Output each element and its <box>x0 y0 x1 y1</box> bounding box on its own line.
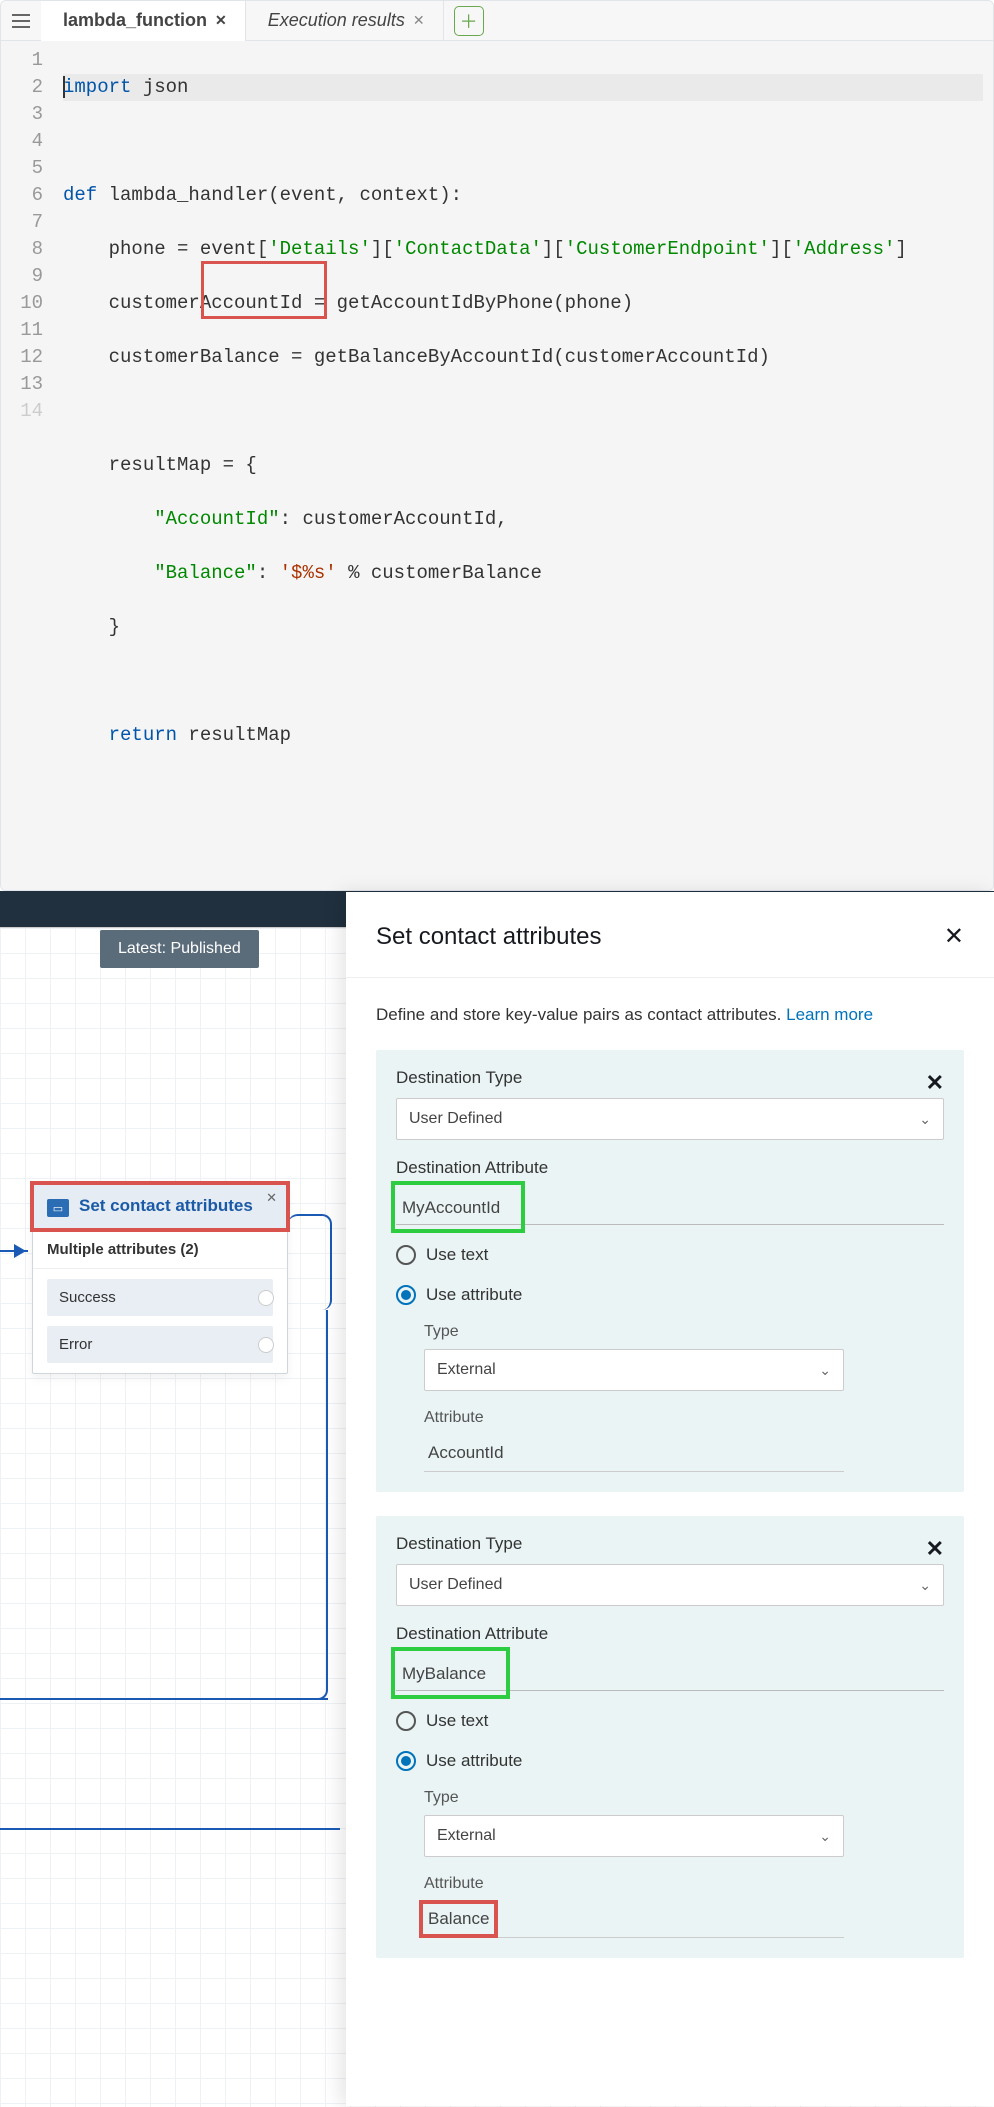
radio-icon <box>396 1711 416 1731</box>
flow-block-subtitle: Multiple attributes (2) <box>33 1229 287 1269</box>
chevron-down-icon: ⌄ <box>919 1111 931 1128</box>
add-tab-button[interactable]: ＋ <box>454 6 484 36</box>
learn-more-link[interactable]: Learn more <box>786 1005 873 1024</box>
select-attribute-type[interactable]: External ⌄ <box>424 1815 844 1857</box>
tab-label: Execution results <box>268 10 405 31</box>
tab-lambda-function[interactable]: lambda_function ✕ <box>41 1 246 41</box>
label-type: Type <box>424 1323 944 1341</box>
tab-label: lambda_function <box>63 10 207 31</box>
radio-icon <box>396 1245 416 1265</box>
radio-icon <box>396 1751 416 1771</box>
flow-canvas[interactable]: Latest: Published ▭ Set contact attribut… <box>0 927 994 2107</box>
radio-icon <box>396 1285 416 1305</box>
close-icon[interactable]: ✕ <box>944 922 964 951</box>
side-panel: Set contact attributes ✕ Define and stor… <box>346 892 994 2106</box>
attribute-card-1: Destination Type ✕ User Defined ⌄ Destin… <box>376 1050 964 1492</box>
label-type: Type <box>424 1789 944 1807</box>
attribute-card-2: Destination Type ✕ User Defined ⌄ Destin… <box>376 1516 964 1958</box>
connector-line <box>0 1698 328 1700</box>
code-editor: lambda_function ✕ Execution results ✕ ＋ … <box>0 0 994 891</box>
connector-line <box>288 1214 332 1310</box>
code-area: 1234567 891011121314 import json def lam… <box>1 41 993 890</box>
label-attribute: Attribute <box>424 1409 944 1427</box>
input-attribute-value[interactable]: AccountId <box>424 1435 844 1472</box>
flow-outcome-error[interactable]: Error <box>47 1326 273 1363</box>
close-icon[interactable]: ✕ <box>266 1190 277 1206</box>
panel-description: Define and store key-value pairs as cont… <box>376 1004 964 1026</box>
select-destination-type[interactable]: User Defined ⌄ <box>396 1098 944 1140</box>
label-destination-attribute: Destination Attribute <box>396 1624 944 1644</box>
menu-icon[interactable] <box>1 1 41 41</box>
flow-outcome-success[interactable]: Success <box>47 1279 273 1316</box>
remove-icon[interactable]: ✕ <box>926 1070 944 1096</box>
close-icon[interactable]: ✕ <box>413 12 425 29</box>
radio-use-attribute[interactable]: Use attribute <box>396 1285 944 1305</box>
radio-use-text[interactable]: Use text <box>396 1245 944 1265</box>
chevron-down-icon: ⌄ <box>819 1362 831 1379</box>
close-icon[interactable]: ✕ <box>215 12 227 29</box>
input-attribute-value[interactable]: Balance <box>428 1909 489 1928</box>
highlight-box-balance: Balance <box>428 1909 489 1929</box>
label-destination-type: Destination Type <box>396 1068 522 1088</box>
input-destination-attribute[interactable] <box>398 1656 503 1692</box>
label-destination-attribute: Destination Attribute <box>396 1158 944 1178</box>
chevron-down-icon: ⌄ <box>919 1577 931 1594</box>
line-gutter: 1234567 891011121314 <box>1 41 53 890</box>
panel-title: Set contact attributes <box>376 923 601 951</box>
connector-line <box>288 1310 328 1700</box>
radio-use-attribute[interactable]: Use attribute <box>396 1751 944 1771</box>
contact-card-icon: ▭ <box>47 1199 69 1217</box>
remove-icon[interactable]: ✕ <box>926 1536 944 1562</box>
status-badge: Latest: Published <box>100 930 259 968</box>
tab-execution-results[interactable]: Execution results ✕ <box>246 1 444 41</box>
code-content[interactable]: import json def lambda_handler(event, co… <box>53 41 993 890</box>
flow-block-set-contact-attributes[interactable]: ▭ Set contact attributes ✕ Multiple attr… <box>32 1183 288 1374</box>
chevron-down-icon: ⌄ <box>819 1828 831 1845</box>
select-attribute-type[interactable]: External ⌄ <box>424 1349 844 1391</box>
select-destination-type[interactable]: User Defined ⌄ <box>396 1564 944 1606</box>
connector-line <box>0 1828 340 1830</box>
radio-use-text[interactable]: Use text <box>396 1711 944 1731</box>
flow-block-header[interactable]: ▭ Set contact attributes ✕ <box>33 1184 287 1229</box>
tab-bar: lambda_function ✕ Execution results ✕ ＋ <box>1 1 993 41</box>
flow-block-title: Set contact attributes <box>79 1196 253 1216</box>
arrow-icon <box>14 1244 26 1258</box>
label-destination-type: Destination Type <box>396 1534 522 1554</box>
label-attribute: Attribute <box>424 1875 944 1893</box>
input-destination-attribute[interactable] <box>398 1190 518 1226</box>
